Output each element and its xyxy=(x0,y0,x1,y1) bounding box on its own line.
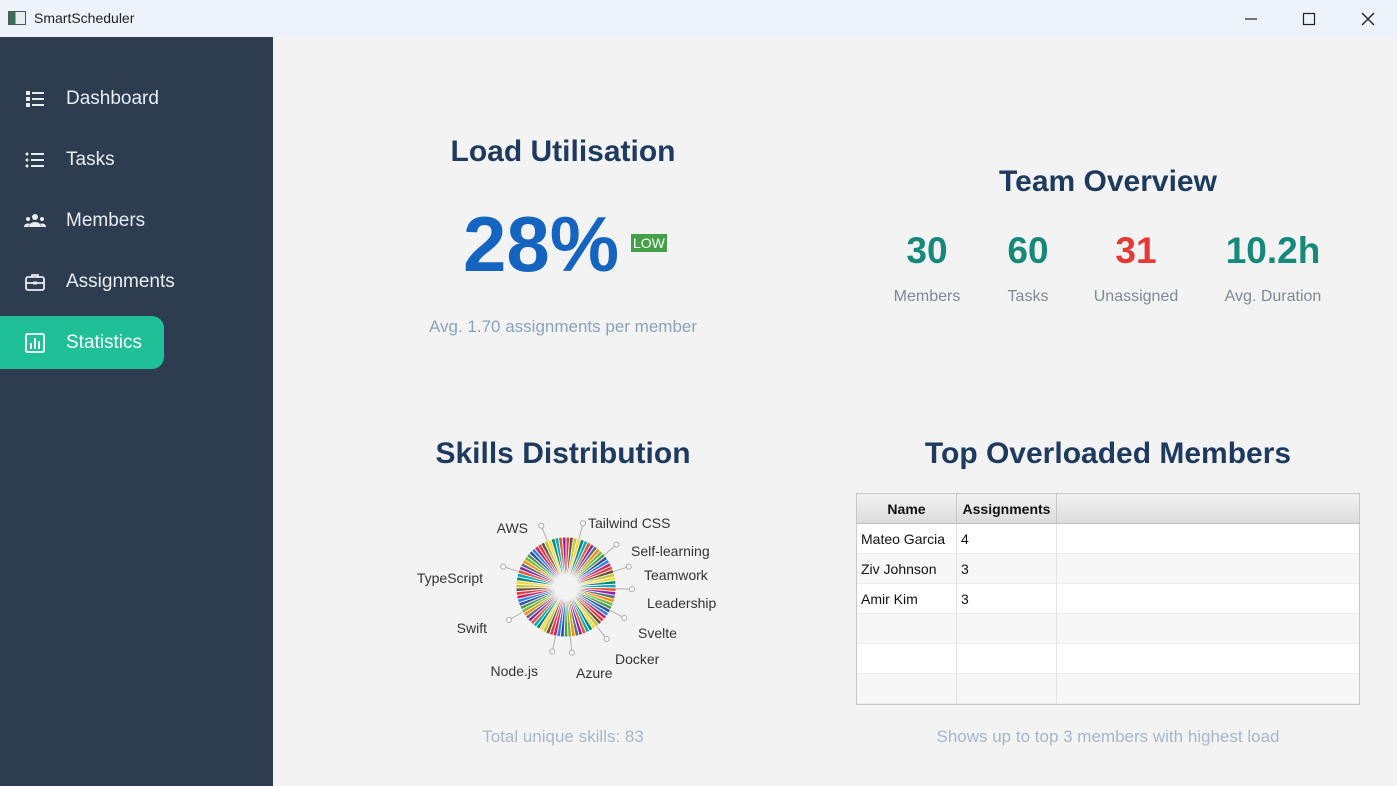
table-row[interactable]: Amir Kim 3 xyxy=(857,584,1359,614)
overloaded-table[interactable]: Name Assignments Mateo Garcia 4 Ziv John… xyxy=(856,493,1360,705)
pie-leader-dot xyxy=(603,636,610,643)
pie-label: Node.js xyxy=(491,663,538,679)
list-icon xyxy=(25,152,44,167)
pie-label: TypeScript xyxy=(417,570,483,586)
minimize-button[interactable] xyxy=(1222,0,1280,37)
pie-label: Self-learning xyxy=(631,543,710,559)
maximize-icon xyxy=(1302,12,1316,25)
pie-leader-dot xyxy=(549,648,556,655)
pie-label: Swift xyxy=(457,620,487,636)
stat-duration-value: 10.2h xyxy=(1225,230,1321,271)
sidebar-item-tasks[interactable]: Tasks xyxy=(0,133,164,186)
cell-name: Mateo Garcia xyxy=(857,524,957,554)
cell-name: Ziv Johnson xyxy=(857,554,957,584)
load-subtitle: Avg. 1.70 assignments per member xyxy=(428,317,698,336)
empty-row xyxy=(857,644,1359,674)
sidebar-item-label: Tasks xyxy=(66,148,115,170)
stat-unassigned-value: 31 xyxy=(1115,230,1157,271)
close-icon xyxy=(1361,12,1375,25)
pie-leader-dot xyxy=(538,522,545,529)
stat-unassigned-label: Unassigned xyxy=(1093,288,1179,305)
empty-row xyxy=(857,674,1359,704)
pie-label: Svelte xyxy=(638,625,677,641)
chart-icon xyxy=(25,332,45,353)
sidebar-item-label: Statistics xyxy=(66,331,143,353)
load-status-badge: LOW xyxy=(631,234,667,252)
stat-duration-label: Avg. Duration xyxy=(1224,288,1322,305)
pie-leader-dot xyxy=(621,614,628,621)
overloaded-footer: Shows up to top 3 members with highest l… xyxy=(936,727,1280,746)
cell-assignments: 4 xyxy=(957,524,1057,554)
pie-leader-dot xyxy=(628,586,635,593)
sidebar-item-label: Members xyxy=(66,209,146,231)
pie-label: Leadership xyxy=(647,595,716,611)
sidebar-item-label: Dashboard xyxy=(66,87,159,109)
people-icon xyxy=(24,213,46,227)
maximize-button[interactable] xyxy=(1280,0,1338,37)
pie-leader-dot xyxy=(505,617,512,623)
pie-label: AWS xyxy=(497,520,528,536)
sidebar: Dashboard Tasks Members Assignments Stat… xyxy=(0,37,273,786)
sidebar-item-members[interactable]: Members xyxy=(0,194,164,247)
column-header-assignments[interactable]: Assignments xyxy=(957,494,1057,524)
sidebar-item-label: Assignments xyxy=(66,270,175,292)
app-icon xyxy=(8,11,26,25)
cell-name: Amir Kim xyxy=(857,584,957,614)
pie-leader-dot xyxy=(568,649,575,656)
pie-label: Teamwork xyxy=(644,567,709,583)
title-bar: SmartScheduler xyxy=(0,0,1397,37)
cell-assignments: 3 xyxy=(957,584,1057,614)
pie-leader-dot xyxy=(625,563,632,570)
sidebar-item-dashboard[interactable]: Dashboard xyxy=(0,72,164,125)
minimize-icon xyxy=(1245,17,1257,20)
pie-label: Docker xyxy=(615,651,660,667)
team-title: Team Overview xyxy=(999,165,1217,198)
column-header-name[interactable]: Name xyxy=(857,494,957,524)
pie-leader-dot xyxy=(613,541,620,548)
load-title: Load Utilisation xyxy=(450,135,676,168)
skills-title: Skills Distribution xyxy=(435,437,691,470)
window-title: SmartScheduler xyxy=(34,10,135,26)
skills-footer: Total unique skills: 83 xyxy=(482,727,644,746)
empty-row xyxy=(857,614,1359,644)
column-header-filler xyxy=(1057,494,1359,524)
briefcase-icon xyxy=(25,273,45,291)
statistics-panel: Load Utilisation 28% LOW Avg. 1.70 assig… xyxy=(273,37,1397,786)
pie-leader-dot xyxy=(580,520,587,527)
sidebar-item-statistics[interactable]: Statistics xyxy=(0,316,164,369)
close-button[interactable] xyxy=(1339,0,1397,37)
pie-label: Azure xyxy=(576,665,613,681)
skills-pie-chart: AWS Tailwind CSS Self-learning Teamwork Type… xyxy=(417,515,717,681)
table-row[interactable]: Mateo Garcia 4 xyxy=(857,524,1359,554)
list-bullet-icon xyxy=(26,90,44,107)
table-row[interactable]: Ziv Johnson 3 xyxy=(857,554,1359,584)
pie-slices xyxy=(515,536,617,638)
overloaded-title: Top Overloaded Members xyxy=(924,437,1292,470)
cell-assignments: 3 xyxy=(957,554,1057,584)
pie-leader-dot xyxy=(500,563,507,570)
sidebar-item-assignments[interactable]: Assignments xyxy=(0,255,175,308)
table-header: Name Assignments xyxy=(857,494,1359,524)
pie-label: Tailwind CSS xyxy=(588,515,670,531)
load-percent: 28% xyxy=(463,200,620,288)
